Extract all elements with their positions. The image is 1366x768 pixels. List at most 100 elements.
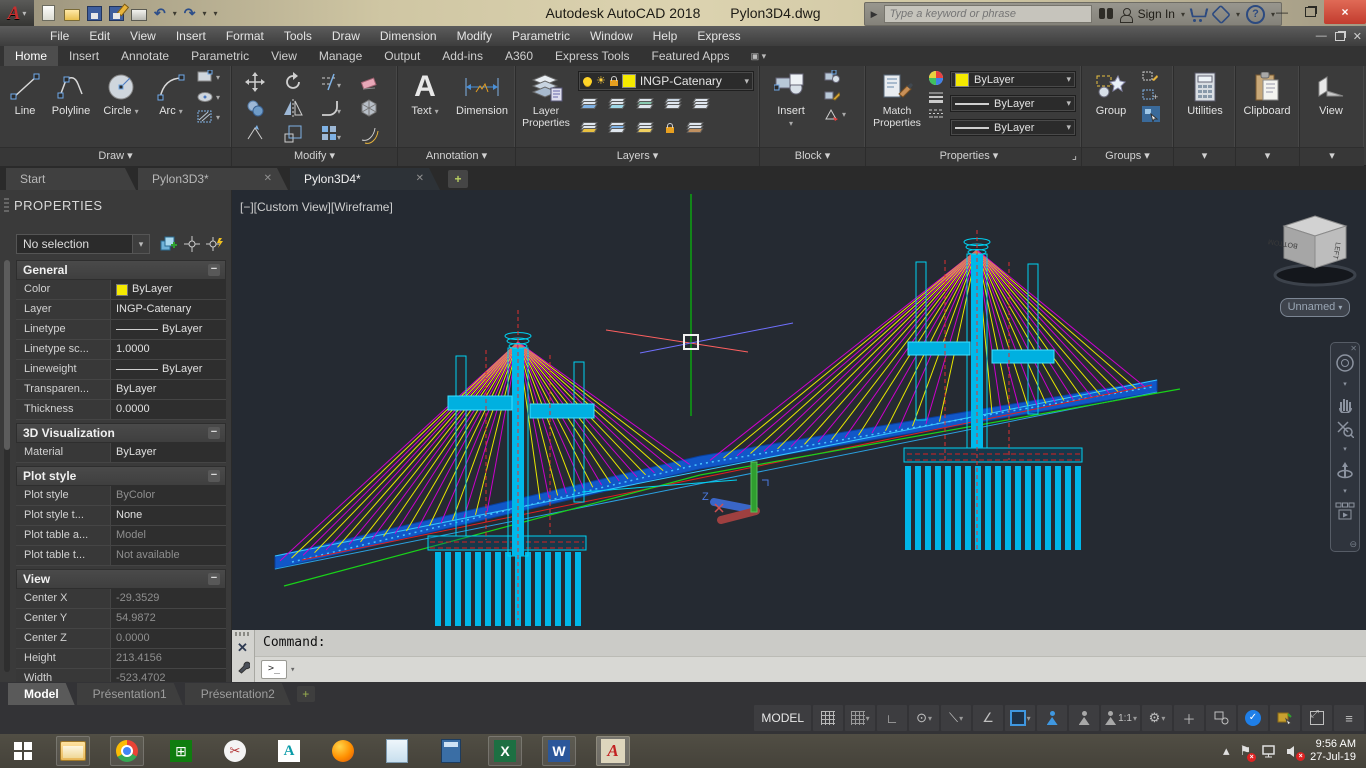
rectangle-button[interactable]: ▾ bbox=[196, 70, 220, 84]
file-tab-pylon3d4[interactable]: Pylon3D4*✕ bbox=[290, 168, 440, 190]
restore-button[interactable] bbox=[1296, 0, 1324, 24]
collapse-icon[interactable]: − bbox=[208, 264, 220, 276]
autoscale-toggle[interactable] bbox=[1069, 705, 1099, 731]
taskbar-excel[interactable]: X bbox=[488, 736, 522, 766]
properties-dialog-launcher-icon[interactable]: ⌟ bbox=[1072, 148, 1077, 165]
layer-make-current-icon[interactable] bbox=[610, 122, 624, 133]
grid-display-toggle[interactable] bbox=[813, 705, 843, 731]
redo-icon[interactable]: ↷ bbox=[184, 5, 196, 21]
navbar-close-icon[interactable]: ✕ bbox=[1350, 344, 1357, 353]
taskbar-clock[interactable]: 9:56 AM 27-Jul-19 bbox=[1310, 738, 1356, 764]
layer-freeze-icon[interactable] bbox=[610, 98, 624, 109]
ribbon-tab-insert[interactable]: Insert bbox=[58, 46, 110, 66]
orbit-icon[interactable] bbox=[1336, 460, 1354, 480]
viewcube[interactable]: BOTTOM LEFT bbox=[1268, 216, 1355, 285]
block-attributes-button[interactable]: ▾ bbox=[824, 108, 846, 121]
taskbar-chrome[interactable] bbox=[110, 736, 144, 766]
menu-window[interactable]: Window bbox=[580, 26, 643, 46]
menu-parametric[interactable]: Parametric bbox=[502, 26, 580, 46]
pan-icon[interactable] bbox=[1336, 395, 1354, 413]
stretch-icon[interactable] bbox=[245, 124, 265, 144]
command-close-icon[interactable]: ✕ bbox=[237, 640, 248, 656]
section-view[interactable]: View− bbox=[16, 569, 226, 589]
layout-tab-presentation2[interactable]: Présentation2 bbox=[185, 683, 291, 705]
doc-close-icon[interactable]: ✕ bbox=[1353, 30, 1362, 43]
named-view-dropdown[interactable]: Unnamed ▾ bbox=[1280, 298, 1350, 317]
taskbar-snipping-tool[interactable]: ✂ bbox=[218, 736, 252, 766]
application-menu-button[interactable]: A ▾ bbox=[0, 0, 34, 26]
layer-isolate-icon[interactable] bbox=[582, 98, 596, 109]
doc-restore-icon[interactable] bbox=[1335, 32, 1345, 41]
qat-customize-icon[interactable]: ▾ bbox=[214, 9, 218, 18]
ribbon-tab-featured-apps[interactable]: Featured Apps bbox=[641, 46, 741, 66]
layer-walk-icon[interactable] bbox=[688, 122, 702, 133]
menu-format[interactable]: Format bbox=[216, 26, 274, 46]
workspace-switching-button[interactable]: ⚙▾ bbox=[1142, 705, 1172, 731]
zoom-icon[interactable] bbox=[1336, 420, 1354, 438]
navbar-minimize-icon[interactable]: ⊖ bbox=[1349, 539, 1357, 550]
utilities-button[interactable]: Utilities bbox=[1180, 69, 1230, 117]
polar-tracking-toggle[interactable]: ⊙▾ bbox=[909, 705, 939, 731]
utilities-panel-footer[interactable]: ▾ bbox=[1174, 147, 1235, 166]
lineweight-icon[interactable] bbox=[928, 91, 944, 103]
draw-panel-footer[interactable]: Draw ▾ bbox=[0, 147, 231, 166]
create-block-button[interactable] bbox=[824, 70, 846, 83]
taskbar-autocad-2018[interactable]: A bbox=[596, 736, 630, 766]
a360-dropdown-icon[interactable]: ▾ bbox=[1236, 10, 1240, 19]
layer-on-off-icon[interactable] bbox=[582, 122, 596, 133]
start-button[interactable] bbox=[0, 734, 46, 768]
open-file-icon[interactable] bbox=[64, 9, 80, 21]
object-snap-tracking-toggle[interactable]: ∠ bbox=[973, 705, 1003, 731]
clean-screen-toggle[interactable] bbox=[1302, 705, 1332, 731]
clipboard-button[interactable]: Clipboard bbox=[1242, 69, 1292, 117]
close-tab-icon[interactable]: ✕ bbox=[264, 168, 272, 190]
menu-express[interactable]: Express bbox=[687, 26, 750, 46]
ribbon-tab-manage[interactable]: Manage bbox=[308, 46, 373, 66]
block-panel-footer[interactable]: Block ▾ bbox=[760, 147, 865, 166]
menu-draw[interactable]: Draw bbox=[322, 26, 370, 46]
annotation-scale-button[interactable]: 1:1▾ bbox=[1101, 705, 1140, 731]
tray-expand-icon[interactable]: ▴ bbox=[1223, 743, 1230, 759]
quick-select-button[interactable] bbox=[158, 234, 178, 254]
line-button[interactable]: Line bbox=[0, 69, 50, 117]
section-general[interactable]: General− bbox=[16, 260, 226, 280]
menu-view[interactable]: View bbox=[120, 26, 166, 46]
view-panel-footer[interactable]: ▾ bbox=[1300, 147, 1364, 166]
collapse-icon[interactable]: − bbox=[208, 427, 220, 439]
ribbon-tab-output[interactable]: Output bbox=[373, 46, 431, 66]
sign-in-dropdown-icon[interactable]: ▾ bbox=[1181, 10, 1185, 19]
annotation-monitor-toggle[interactable]: ＋ bbox=[1174, 705, 1204, 731]
menu-help[interactable]: Help bbox=[643, 26, 688, 46]
layer-properties-button[interactable]: Layer Properties bbox=[518, 69, 574, 129]
annotation-visibility-toggle[interactable] bbox=[1037, 705, 1067, 731]
scale-icon[interactable] bbox=[283, 124, 303, 144]
taskbar-autocad-lt[interactable]: A bbox=[272, 736, 306, 766]
model-space-toggle[interactable]: MODEL bbox=[754, 705, 811, 731]
layer-dropdown[interactable]: ☀ INGP-Catenary ▾ bbox=[578, 71, 754, 91]
doc-minimize-icon[interactable]: — bbox=[1316, 30, 1327, 42]
color-wheel-icon[interactable] bbox=[928, 70, 944, 86]
modify-panel-footer[interactable]: Modify ▾ bbox=[232, 147, 397, 166]
ribbon-tab-a360[interactable]: A360 bbox=[494, 46, 544, 66]
insert-block-button[interactable]: Insert▾ bbox=[766, 69, 816, 130]
menu-dimension[interactable]: Dimension bbox=[370, 26, 447, 46]
clipboard-panel-footer[interactable]: ▾ bbox=[1236, 147, 1299, 166]
taskbar-firefox[interactable] bbox=[326, 736, 360, 766]
ribbon-tab-view[interactable]: View bbox=[260, 46, 308, 66]
viewport-controls-label[interactable]: [−][Custom View][Wireframe] bbox=[240, 200, 393, 214]
layout-tab-model[interactable]: Model bbox=[8, 683, 75, 705]
circle-dropdown-icon[interactable]: ▾ bbox=[135, 107, 139, 116]
move-icon[interactable] bbox=[245, 72, 265, 92]
menu-modify[interactable]: Modify bbox=[447, 26, 502, 46]
ungroup-icon[interactable] bbox=[1142, 70, 1158, 84]
file-tab-pylon3d3[interactable]: Pylon3D3*✕ bbox=[138, 168, 288, 190]
ortho-toggle[interactable]: ∟ bbox=[877, 705, 907, 731]
isolate-objects-toggle[interactable] bbox=[1270, 705, 1300, 731]
section-plot-style[interactable]: Plot style− bbox=[16, 466, 226, 486]
layers-panel-footer[interactable]: Layers ▾ bbox=[516, 147, 759, 166]
mirror-icon[interactable] bbox=[283, 98, 303, 118]
explode-icon[interactable] bbox=[359, 98, 379, 118]
lineweight-dropdown[interactable]: ByLayer ▾ bbox=[950, 95, 1076, 112]
dimension-button[interactable]: Dimension bbox=[452, 69, 512, 117]
save-icon[interactable] bbox=[87, 6, 102, 21]
